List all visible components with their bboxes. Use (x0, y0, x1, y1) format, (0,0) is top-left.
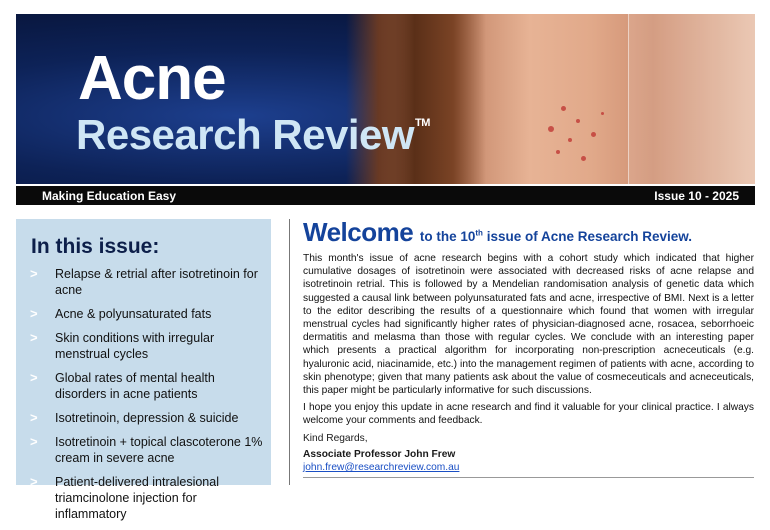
welcome-subtitle: to the 10th issue of Acne Research Revie… (419, 228, 693, 245)
issue-list-item-label: Skin conditions with irregular menstrual… (55, 331, 215, 361)
title-acne: Acne (78, 44, 227, 113)
issue-list-item[interactable]: > Skin conditions with irregular menstrua… (28, 330, 264, 362)
chevron-right-icon: > (30, 306, 38, 321)
banner-window-divider (628, 14, 629, 184)
welcome-ordinal: th (475, 228, 483, 238)
banner-photo-spot (601, 112, 604, 115)
tagline-bar: Making Education Easy Issue 10 - 2025 (16, 186, 755, 205)
issue-list-item[interactable]: > Global rates of mental health disorders… (28, 370, 264, 402)
header-banner: Acne Research ReviewTM (16, 14, 755, 184)
welcome-subtitle-pre: to the 10 (419, 229, 476, 244)
email-link[interactable]: john.frew@researchreview.com.au (303, 461, 754, 474)
chevron-right-icon: > (30, 330, 38, 345)
closing-paragraph: I hope you enjoy this update in acne res… (303, 402, 754, 427)
chevron-right-icon: > (30, 370, 38, 385)
chevron-right-icon: > (30, 410, 38, 425)
issue-list-item-label: Acne & polyunsaturated fats (55, 307, 212, 321)
banner-photo-spot (568, 138, 572, 142)
title-research-review: Research ReviewTM (76, 114, 430, 156)
issue-list-item-label: Isotretinoin + topical clascoterone 1% c… (55, 435, 263, 465)
banner-photo-spot (591, 132, 596, 137)
welcome-section: Welcome to the 10th issue of Acne Resear… (303, 217, 754, 474)
signer-name: Associate Professor John Frew (303, 448, 456, 460)
issue-list-item[interactable]: > Isotretinoin, depression & suicide (28, 410, 264, 426)
welcome-subtitle-post: issue of Acne Research Review. (486, 229, 693, 244)
chevron-right-icon: > (30, 474, 38, 489)
issue-list-item[interactable]: > Acne & polyunsaturated fats (28, 306, 264, 322)
banner-photo-spot (576, 119, 580, 123)
banner-photo-hair (376, 14, 486, 184)
title-research-review-text: Research Review (76, 111, 415, 158)
chevron-right-icon: > (30, 266, 38, 281)
issue-number: Issue 10 - 2025 (654, 189, 739, 203)
banner-photo-spot (556, 150, 560, 154)
issue-list: > Relapse & retrial after isotretinoin fo… (28, 266, 264, 530)
issue-list-item[interactable]: > Relapse & retrial after isotretinoin fo… (28, 266, 264, 298)
welcome-word: Welcome (303, 217, 414, 247)
signoff: Kind Regards, (303, 432, 368, 444)
banner-photo-spot (581, 156, 586, 161)
banner-window-pane (629, 14, 755, 184)
issue-list-item[interactable]: > Isotretinoin + topical clascoterone 1% … (28, 434, 264, 466)
issue-list-item-label: Global rates of mental health disorders … (55, 371, 215, 401)
column-divider (289, 219, 290, 485)
welcome-heading: Welcome to the 10th issue of Acne Resear… (303, 217, 754, 252)
banner-photo-spot (561, 106, 566, 111)
intro-paragraph: This month's issue of acne research begi… (303, 253, 754, 397)
issue-list-item-label: Isotretinoin, depression & suicide (55, 411, 239, 425)
tagline: Making Education Easy (42, 189, 177, 203)
bottom-rule (303, 477, 754, 478)
issue-list-item-label: Patient-delivered intralesional triamcin… (55, 475, 219, 521)
issue-list-item-label: Relapse & retrial after isotretinoin for… (55, 267, 258, 297)
issue-list-item[interactable]: > Patient-delivered intralesional triamci… (28, 474, 264, 522)
trademark-symbol: TM (415, 117, 430, 129)
chevron-right-icon: > (30, 434, 38, 449)
banner-photo-spot (548, 126, 554, 132)
in-this-issue-heading: In this issue: (31, 235, 160, 258)
in-this-issue-panel: In this issue: > Relapse & retrial after … (16, 219, 271, 521)
